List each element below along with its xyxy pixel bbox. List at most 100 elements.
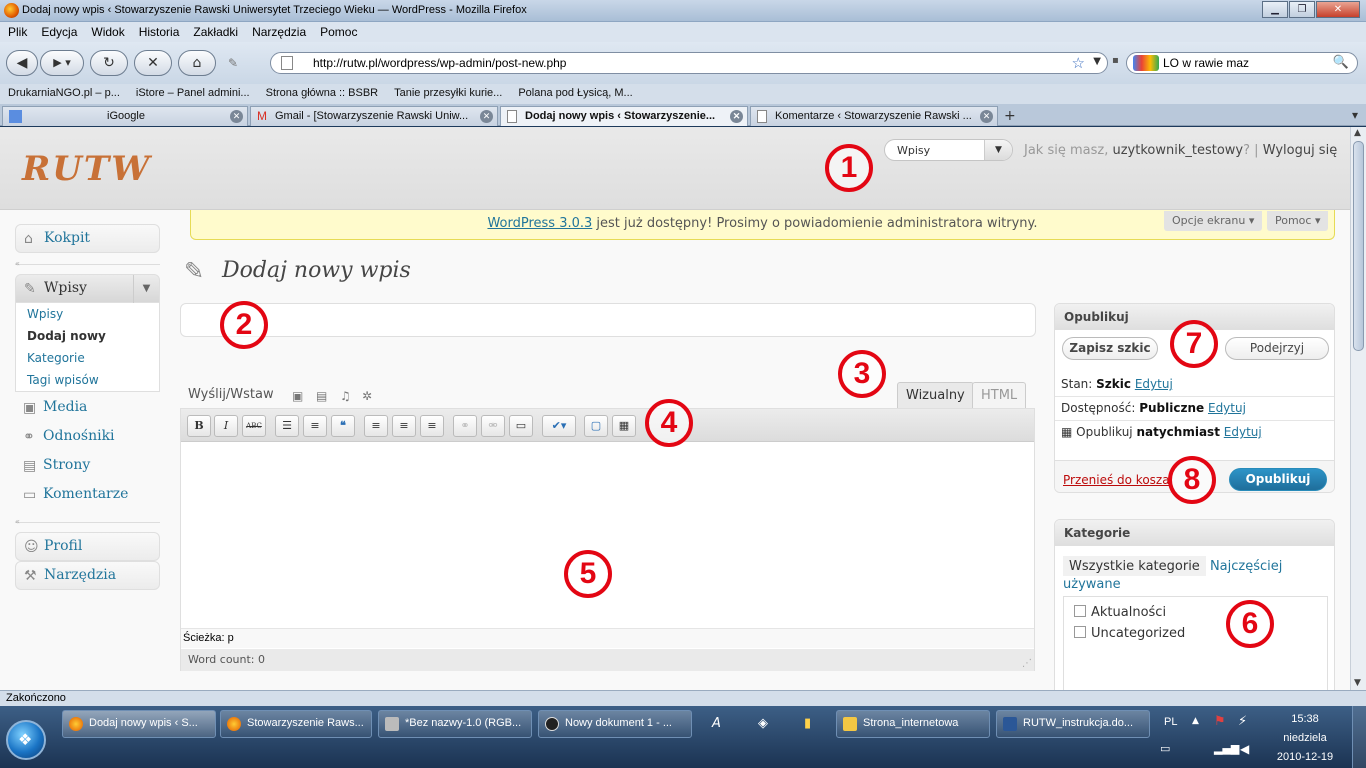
close-tab-icon[interactable]: ✕ (980, 110, 993, 123)
taskbar-item[interactable]: *Bez nazwy-1.0 (RGB... (378, 710, 532, 738)
align-left-button[interactable]: ≡ (364, 415, 388, 437)
numbered-list-button[interactable]: ≡ (303, 415, 327, 437)
editor-content-area[interactable] (181, 443, 1034, 628)
app-icon[interactable]: ▮ (804, 716, 811, 731)
category-checkbox[interactable] (1074, 605, 1086, 617)
submenu-item-tagi[interactable]: Tagi wpisów (16, 369, 159, 391)
search-icon[interactable]: 🔍 (1333, 55, 1349, 70)
menu-edycja[interactable]: Edycja (33, 22, 83, 39)
preview-button[interactable]: Podejrzyj (1225, 337, 1329, 360)
bookmark-item[interactable]: Strona główna :: BSBR (258, 84, 387, 99)
menu-strony[interactable]: ▤ Strony (15, 452, 160, 481)
chevron-down-icon[interactable]: ▼ (984, 140, 1012, 160)
add-audio-icon[interactable]: ♫ (340, 389, 351, 403)
bold-button[interactable]: B (187, 415, 211, 437)
submenu-item-dodaj-nowy[interactable]: Dodaj nowy (16, 325, 159, 347)
scroll-down-icon[interactable]: ▼ (1354, 678, 1361, 688)
site-logo[interactable]: RUTW (22, 149, 151, 189)
fullscreen-button[interactable]: ▢ (584, 415, 608, 437)
clock[interactable]: 15:38 niedziela 2010-12-19 (1262, 710, 1348, 767)
search-box[interactable]: 🔍 (1126, 52, 1358, 74)
taskbar-item[interactable]: Dodaj nowy wpis ‹ S... (62, 710, 216, 738)
show-desktop-button[interactable] (1352, 706, 1366, 768)
menu-pomoc[interactable]: Pomoc (312, 22, 363, 39)
scroll-up-icon[interactable]: ▲ (1354, 128, 1361, 138)
close-tab-icon[interactable]: ✕ (230, 110, 243, 123)
network-icon[interactable]: ▂▄▆ (1214, 742, 1239, 755)
menu-media[interactable]: ▣ Media (15, 394, 160, 423)
category-item[interactable]: Aktualności (1074, 605, 1166, 620)
tab-visual[interactable]: Wizualny (897, 382, 974, 408)
start-button[interactable]: ❖ (6, 720, 46, 760)
taskbar-item[interactable]: Nowy dokument 1 - ... (538, 710, 692, 738)
menu-narzedzia[interactable]: Narzędzia (244, 22, 312, 39)
insert-more-button[interactable]: ▭ (509, 415, 533, 437)
blockquote-button[interactable]: ❝ (331, 415, 355, 437)
minimize-button[interactable]: ▁ (1262, 1, 1288, 18)
strikethrough-button[interactable]: ABC (242, 415, 266, 437)
bookmark-item[interactable]: Tanie przesyłki kurie... (386, 84, 510, 99)
bookmark-item[interactable]: DrukarniaNGO.pl – p... (0, 84, 128, 99)
language-indicator[interactable]: PL (1164, 716, 1177, 728)
keyboard-icon[interactable]: ▭ (1160, 742, 1170, 755)
wordpress-update-link[interactable]: WordPress 3.0.3 (487, 216, 592, 231)
menu-kokpit[interactable]: ⌂ Kokpit (15, 224, 160, 253)
menu-komentarze[interactable]: ▭ Komentarze (15, 481, 160, 510)
maximize-button[interactable]: ❐ (1289, 1, 1315, 18)
category-item[interactable]: Uncategorized (1074, 626, 1185, 641)
show-hidden-icons-icon[interactable]: ▲ (1192, 716, 1199, 726)
menu-narzedzia[interactable]: ⚒ Narzędzia (15, 561, 160, 590)
spellcheck-button[interactable]: ✔▾ (542, 415, 576, 437)
align-center-button[interactable]: ≡ (392, 415, 416, 437)
italic-button[interactable]: I (214, 415, 238, 437)
power-icon[interactable]: ⚡ (1238, 714, 1247, 729)
screen-options-button[interactable]: Opcje ekranu ▾ (1164, 211, 1263, 231)
menu-profil[interactable]: ☺ Profil (15, 532, 160, 561)
app-icon[interactable]: ◈ (758, 716, 768, 731)
tab-all-categories[interactable]: Wszystkie kategorie (1063, 556, 1206, 576)
logout-link[interactable]: Wyloguj się (1263, 143, 1338, 158)
tools-icon[interactable]: ✎ (228, 56, 238, 70)
add-video-icon[interactable]: ▤ (316, 389, 327, 403)
font-app-icon[interactable]: A (712, 716, 721, 731)
tab-gmail[interactable]: M Gmail - [Stowarzyszenie Rawski Uniw...… (250, 106, 498, 126)
link-button[interactable]: ⚭ (453, 415, 477, 437)
move-to-trash-link[interactable]: Przenieś do kosza (1063, 473, 1170, 487)
menu-plik[interactable]: Plik (0, 22, 33, 39)
home-icon[interactable]: ⌂ (178, 50, 216, 76)
publish-button[interactable]: Opublikuj (1229, 468, 1327, 491)
reload-icon[interactable]: ↻ (90, 50, 128, 76)
tab-add-new-post[interactable]: Dodaj nowy wpis ‹ Stowarzyszenie... ✕ (500, 106, 748, 126)
list-all-tabs-icon[interactable]: ▾ (1352, 108, 1358, 122)
bookmark-item[interactable]: Polana pod Łysicą, M... (510, 84, 640, 99)
bookmark-star-icon[interactable]: ☆ (1072, 54, 1085, 72)
url-bar[interactable]: http://rutw.pl/wordpress/wp-admin/post-n… (270, 52, 1108, 74)
close-window-button[interactable]: ✕ (1316, 1, 1360, 18)
unlink-button[interactable]: ⚮ (481, 415, 505, 437)
username-link[interactable]: uzytkownik_testowy (1112, 143, 1243, 158)
chevron-down-icon[interactable]: ▼ (133, 275, 159, 303)
bullet-list-button[interactable]: ☰ (275, 415, 299, 437)
google-search-engine-icon[interactable] (1133, 55, 1159, 71)
close-tab-icon[interactable]: ✕ (480, 110, 493, 123)
taskbar-item[interactable]: RUTW_instrukcja.do... (996, 710, 1150, 738)
tab-igoogle[interactable]: iGoogle ✕ (2, 106, 248, 126)
back-icon[interactable]: ◀ (6, 50, 38, 76)
submenu-item-wpisy[interactable]: Wpisy (16, 303, 159, 325)
post-title-input[interactable] (180, 303, 1036, 337)
add-media-icon[interactable]: ✲ (362, 389, 372, 403)
menu-wpisy[interactable]: ✎ Wpisy ▼ (15, 274, 160, 303)
vertical-scrollbar[interactable]: ▲ ▼ (1350, 127, 1366, 690)
volume-icon[interactable]: ◀ (1240, 742, 1249, 756)
tab-comments[interactable]: Komentarze ‹ Stowarzyszenie Rawski ... ✕ (750, 106, 998, 126)
taskbar-item[interactable]: Stowarzyszenie Raws... (220, 710, 372, 738)
help-button[interactable]: Pomoc ▾ (1267, 211, 1329, 231)
menu-widok[interactable]: Widok (83, 22, 130, 39)
forward-icon[interactable]: ▶ ▾ (40, 50, 84, 76)
submenu-item-kategorie[interactable]: Kategorie (16, 347, 159, 369)
kitchen-sink-button[interactable]: ▦ (612, 415, 636, 437)
menu-zakladki[interactable]: Zakładki (185, 22, 244, 39)
save-draft-button[interactable]: Zapisz szkic (1062, 337, 1158, 360)
url-dropdown-icon[interactable]: ▼ (1093, 56, 1101, 67)
menu-historia[interactable]: Historia (131, 22, 186, 39)
